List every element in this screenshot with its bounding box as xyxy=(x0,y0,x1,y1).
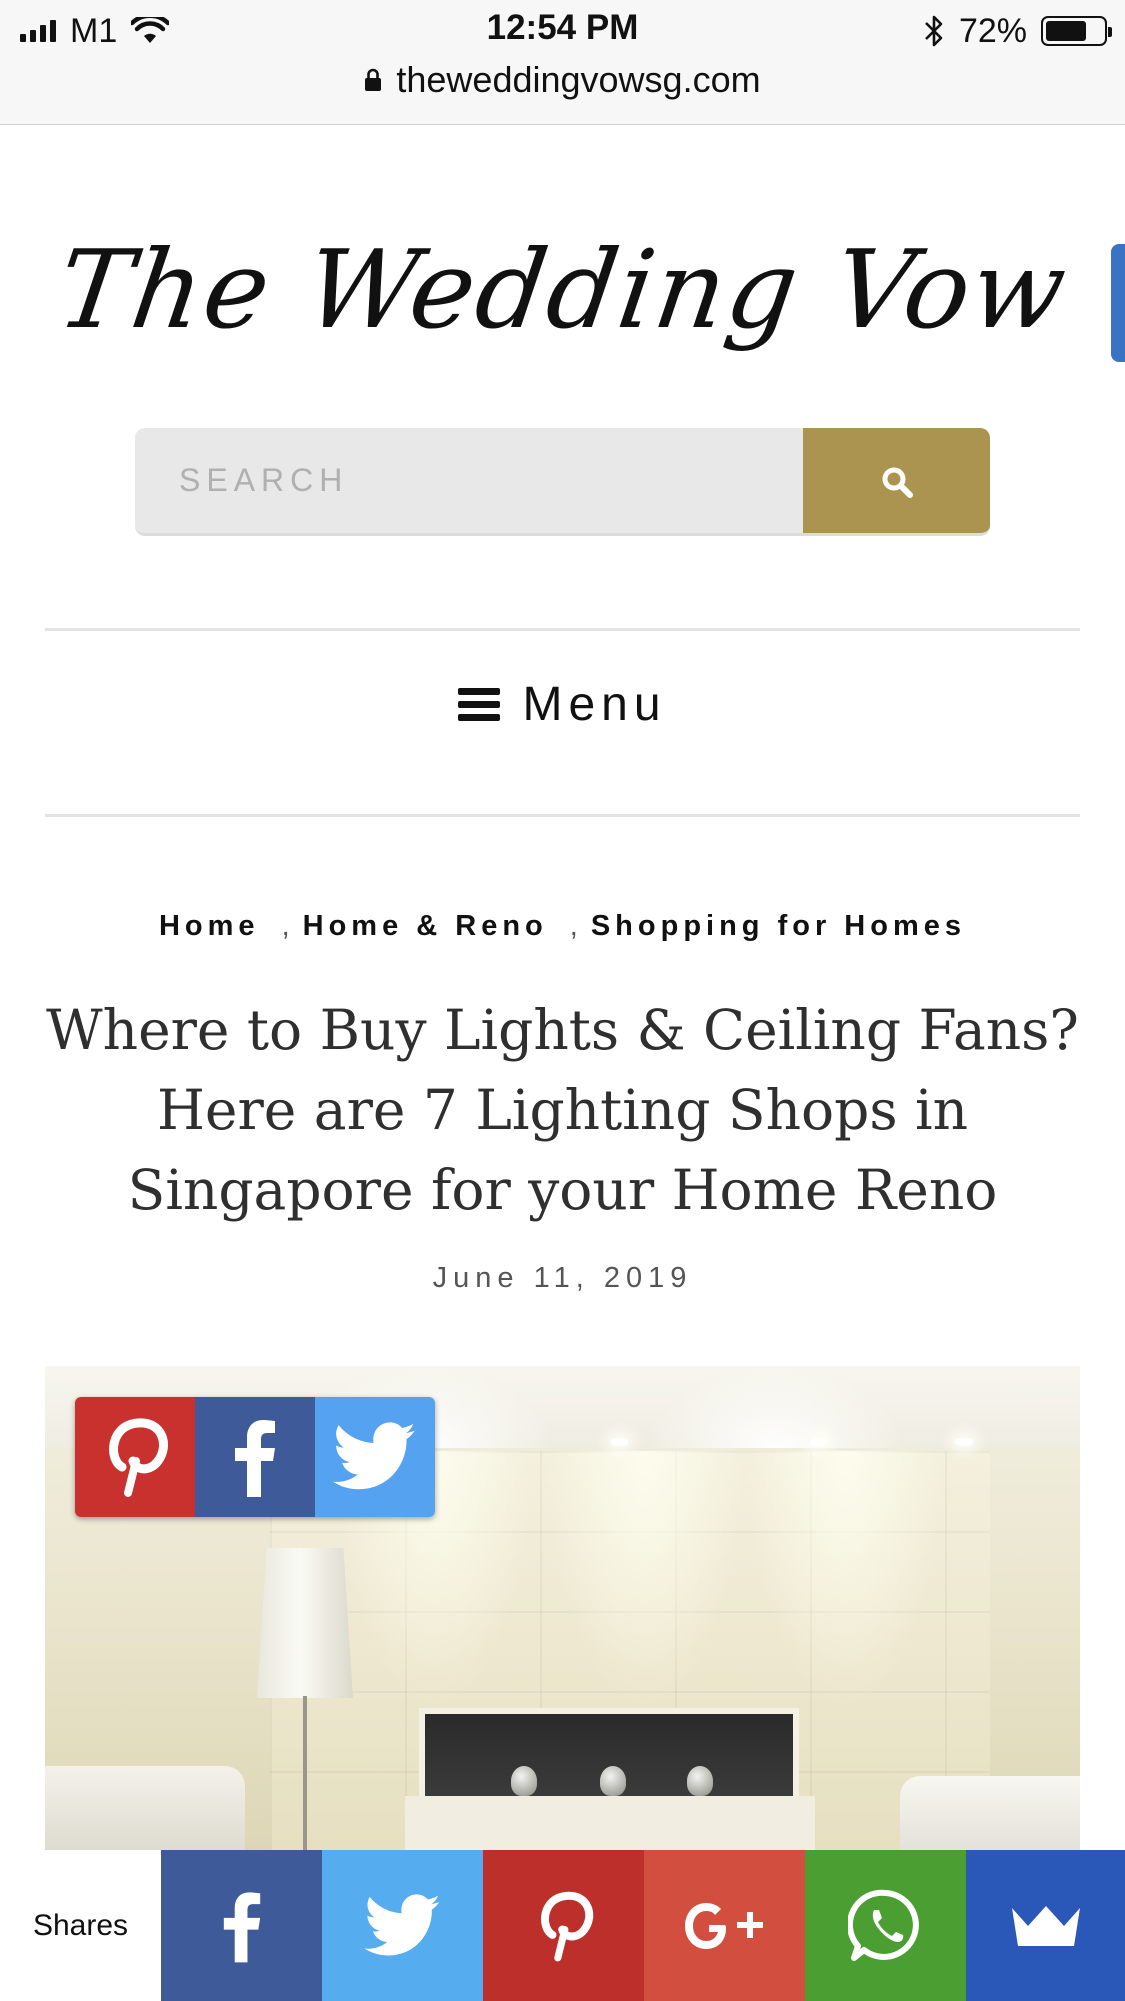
image-share-twitter-button[interactable] xyxy=(315,1397,435,1517)
battery-icon xyxy=(1041,16,1112,46)
battery-fill xyxy=(1046,21,1086,41)
page: M1 12:54 PM 72% theweddingvowsg.com The … xyxy=(0,0,1125,2001)
bluetooth-icon xyxy=(925,15,943,47)
image-share-pinterest-button[interactable] xyxy=(75,1397,195,1517)
breadcrumb: Home, Home & Reno, Shopping for Homes xyxy=(0,910,1125,943)
share-facebook-button[interactable] xyxy=(161,1850,322,2001)
logo-text: The Wedding Vow xyxy=(50,227,1075,353)
twitter-icon xyxy=(333,1422,416,1490)
twitter-icon xyxy=(363,1893,440,1955)
divider xyxy=(45,628,1080,631)
lock-icon xyxy=(365,68,382,91)
share-bar: Shares xyxy=(0,1850,1125,2001)
url-text: theweddingvowsg.com xyxy=(396,59,761,100)
breadcrumb-home[interactable]: Home xyxy=(159,910,260,942)
breadcrumb-home-reno[interactable]: Home & Reno xyxy=(303,910,548,942)
address-bar[interactable]: theweddingvowsg.com xyxy=(0,56,1125,104)
share-whatsapp-button[interactable] xyxy=(805,1850,966,2001)
image-share-buttons xyxy=(75,1397,435,1517)
battery-percentage: 72% xyxy=(958,11,1027,50)
site-logo[interactable]: The Wedding Vow xyxy=(0,180,1125,400)
article-title: Where to Buy Lights & Ceiling Fans? Here… xyxy=(46,998,1079,1222)
article-date: June 11, 2019 xyxy=(432,1262,693,1294)
hamburger-icon xyxy=(458,688,501,721)
ios-status-bar: M1 12:54 PM 72% theweddingvowsg.com xyxy=(0,0,1125,125)
facebook-icon xyxy=(235,1420,275,1497)
search-input[interactable] xyxy=(135,428,803,533)
whatsapp-icon xyxy=(847,1889,919,1961)
sumo-crown-icon xyxy=(1011,1905,1080,1946)
image-share-facebook-button[interactable] xyxy=(195,1397,315,1517)
share-pinterest-button[interactable] xyxy=(483,1850,644,2001)
search-icon xyxy=(882,467,913,498)
breadcrumb-shopping-for-homes[interactable]: Shopping for Homes xyxy=(591,910,966,942)
share-twitter-button[interactable] xyxy=(322,1850,483,2001)
side-tab[interactable] xyxy=(1111,244,1125,362)
pinterest-icon xyxy=(109,1418,168,1497)
facebook-icon xyxy=(223,1891,260,1962)
search-button[interactable] xyxy=(803,428,990,533)
status-right: 72% xyxy=(923,10,1112,52)
breadcrumb-separator: , xyxy=(281,910,295,942)
share-google-plus-button[interactable] xyxy=(644,1850,805,2001)
shares-label: Shares xyxy=(32,1908,129,1942)
breadcrumb-separator: , xyxy=(569,910,583,942)
pinterest-icon xyxy=(540,1891,593,1961)
search-form xyxy=(135,428,990,536)
google-plus-icon xyxy=(684,1902,763,1949)
divider xyxy=(45,814,1080,817)
menu-label: Menu xyxy=(522,677,667,731)
share-sumo-button[interactable] xyxy=(966,1850,1125,2001)
menu-toggle[interactable]: Menu xyxy=(0,666,1125,742)
